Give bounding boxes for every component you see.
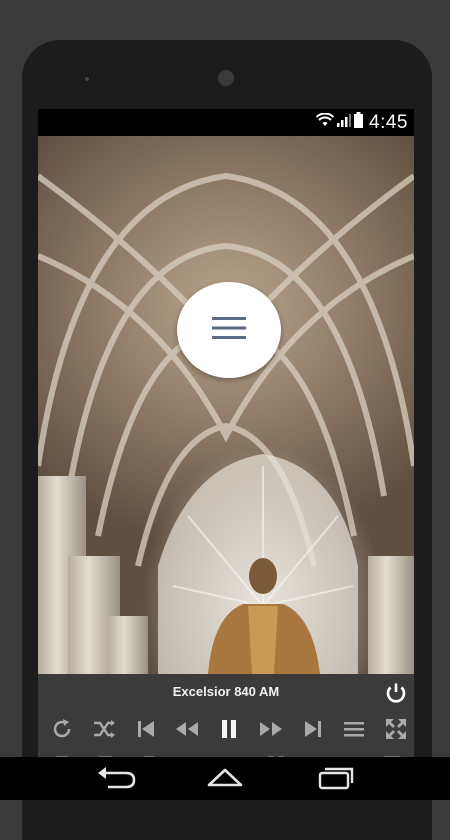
sensor-dot xyxy=(85,77,89,81)
player-bar: Excelsior 840 AM xyxy=(38,674,414,757)
fast-forward-button[interactable] xyxy=(257,717,285,745)
repeat-button[interactable] xyxy=(48,717,76,745)
playback-controls xyxy=(48,716,410,746)
station-name: Excelsior 840 AM xyxy=(172,684,280,699)
controls-overflow-row xyxy=(48,749,410,757)
pause-icon xyxy=(217,717,241,746)
skip-previous-icon xyxy=(134,717,158,746)
system-navigation-bar xyxy=(0,757,450,800)
skip-next-button[interactable] xyxy=(299,717,327,745)
pause-button[interactable] xyxy=(215,717,243,745)
shuffle-button[interactable] xyxy=(90,717,118,745)
fullscreen-icon xyxy=(384,717,408,746)
home-icon xyxy=(205,768,245,795)
recents-button[interactable] xyxy=(316,765,356,791)
back-icon xyxy=(96,767,136,795)
wifi-icon xyxy=(315,112,335,132)
status-bar: 4:45 xyxy=(38,109,414,136)
app-screen: 4:45 Excelsior 840 AM xyxy=(38,109,414,757)
hamburger-menu-icon xyxy=(212,315,246,346)
playlist-icon xyxy=(342,717,366,746)
rewind-button[interactable] xyxy=(173,717,201,745)
menu-button[interactable] xyxy=(177,282,281,378)
home-button[interactable] xyxy=(205,765,245,791)
shuffle-icon xyxy=(92,717,116,746)
playlist-button[interactable] xyxy=(340,717,368,745)
skip-next-icon xyxy=(301,717,325,746)
repeat-icon xyxy=(50,717,74,746)
recents-icon xyxy=(316,767,356,795)
power-icon xyxy=(384,683,408,709)
front-camera xyxy=(218,70,234,86)
back-button[interactable] xyxy=(96,765,136,791)
clock: 4:45 xyxy=(369,111,408,133)
power-button[interactable] xyxy=(384,681,408,705)
skip-previous-button[interactable] xyxy=(132,717,160,745)
background-image xyxy=(38,136,414,674)
battery-icon xyxy=(354,112,364,133)
fullscreen-button[interactable] xyxy=(382,717,410,745)
signal-icon xyxy=(337,113,352,132)
fast-forward-icon xyxy=(258,717,284,746)
rewind-icon xyxy=(174,717,200,746)
